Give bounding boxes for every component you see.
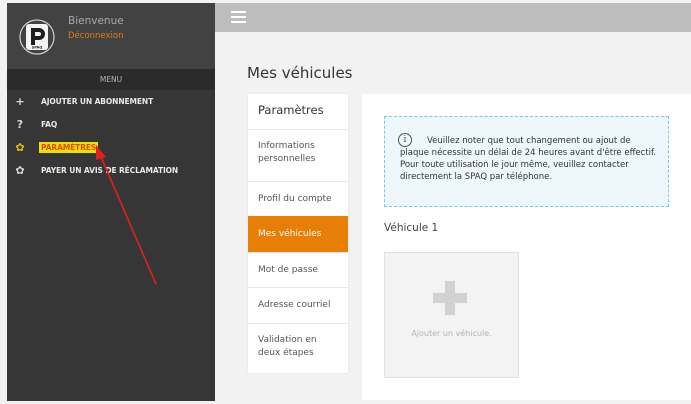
settings-item-label: Adresse courriel	[258, 300, 331, 310]
sidebar: SPAQ Bienvenue Déconnexion MENU + AJOUTE…	[7, 3, 215, 401]
question-icon: ?	[16, 118, 24, 131]
settings-item-account-profile[interactable]: Profil du compte	[248, 181, 348, 216]
plus-icon: +	[15, 95, 25, 108]
profile-panel: SPAQ Bienvenue Déconnexion	[7, 3, 215, 69]
settings-item-label: Validation en deux étapes	[258, 335, 317, 358]
sidebar-nav: + AJOUTER UN ABONNEMENT ? FAQ ✿ PARAMÈTR…	[7, 91, 215, 183]
gear-icon: ✿	[15, 141, 25, 154]
settings-item-personal-info[interactable]: Informations personnelles	[248, 129, 348, 181]
gear-icon: ✿	[15, 164, 25, 177]
logout-link[interactable]: Déconnexion	[68, 31, 123, 41]
settings-item-label: Mes véhicules	[258, 229, 322, 239]
settings-item-label: Informations personnelles	[258, 141, 316, 164]
vehicle-title: Véhicule 1	[384, 222, 439, 234]
sidebar-item-add-subscription[interactable]: + AJOUTER UN ABONNEMENT	[7, 91, 215, 114]
menu-title: MENU	[7, 69, 215, 90]
sidebar-item-label: PAYER UN AVIS DE RÉCLAMATION	[41, 166, 179, 175]
settings-item-my-vehicles[interactable]: Mes véhicules	[248, 216, 348, 252]
logo-text: SPAQ	[32, 46, 43, 50]
sidebar-item-settings[interactable]: ✿ PARAMÈTRES	[7, 137, 215, 160]
sidebar-item-label: PARAMÈTRES	[39, 142, 99, 153]
vehicles-content: i Veuillez noter que tout changement ou …	[362, 94, 691, 400]
page-title: Mes véhicules	[247, 64, 353, 82]
info-notice: i Veuillez noter que tout changement ou …	[384, 116, 669, 207]
settings-panel: Paramètres Informations personnelles Pro…	[248, 94, 348, 373]
settings-title: Paramètres	[258, 103, 324, 117]
settings-item-email[interactable]: Adresse courriel	[248, 287, 348, 323]
add-vehicle-button[interactable]: Ajouter un véhicule.	[384, 252, 519, 378]
sidebar-item-pay-notice[interactable]: ✿ PAYER UN AVIS DE RÉCLAMATION	[7, 160, 215, 183]
settings-item-two-step[interactable]: Validation en deux étapes	[248, 323, 348, 373]
top-bar	[215, 3, 691, 32]
settings-item-label: Profil du compte	[258, 194, 332, 204]
add-vehicle-label: Ajouter un véhicule.	[411, 329, 492, 338]
notice-text: Veuillez noter que tout changement ou aj…	[400, 136, 657, 182]
sidebar-item-faq[interactable]: ? FAQ	[7, 114, 215, 137]
settings-item-password[interactable]: Mot de passe	[248, 252, 348, 287]
settings-item-label: Mot de passe	[258, 265, 318, 275]
hamburger-menu-icon[interactable]	[231, 11, 246, 23]
spaq-logo: SPAQ	[19, 19, 55, 55]
add-plus-icon	[433, 281, 467, 315]
sidebar-item-label: FAQ	[41, 120, 58, 129]
welcome-text: Bienvenue	[68, 15, 124, 27]
sidebar-item-label: AJOUTER UN ABONNEMENT	[41, 97, 154, 106]
